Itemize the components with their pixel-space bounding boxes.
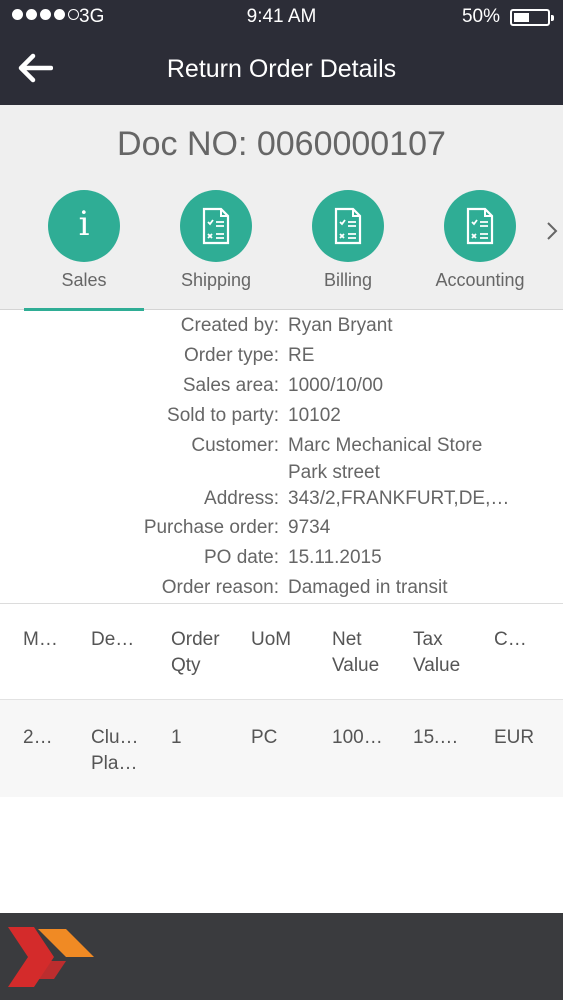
detail-value: Marc Mechanical Store [288,435,483,456]
info-icon: i [48,190,120,262]
cell-material: 2… [23,727,53,748]
page-title: Return Order Details [166,55,397,83]
items-table: M… De… Order Qty UoM Net Value Tax Value C…… [0,603,563,797]
tab-label: Shipping [180,270,252,290]
header-net-value[interactable]: Net Value [332,627,379,679]
detail-key: Customer: [191,435,279,456]
header-material[interactable]: M… [23,627,58,653]
order-details-list: Created by: Ryan Bryant Order type: RE S… [0,311,563,603]
table-row[interactable]: 2… Clu… Pla… 1 PC 100… 15.… EUR [0,700,563,797]
detail-key: Address: [204,488,279,509]
detail-value: 15.11.2015 [288,547,382,568]
detail-value: 343/2,FRANKFURT,DE,… [288,488,510,509]
detail-value: 9734 [288,517,331,538]
detail-value: 1000/10/00 [288,375,384,396]
detail-key: Order type: [183,345,279,366]
cell-order-qty: 1 [171,727,182,748]
detail-value: RE [288,345,315,366]
detail-value: 10102 [288,405,341,426]
detail-value: Ryan Bryant [288,315,393,336]
top-bar: 3G 9:41 AM 50% Return Order Details [0,0,563,105]
tab-shipping[interactable]: Shipping [156,190,276,291]
detail-key: Sold to party: [167,405,279,426]
detail-value: Damaged in transit [288,577,448,598]
tab-label: Sales [61,270,107,290]
battery-percent: 50% [461,6,500,27]
chevron-right-icon[interactable] [545,220,559,242]
detail-key: Sales area: [182,375,279,396]
table-header: M… De… Order Qty UoM Net Value Tax Value C… [0,604,563,700]
header-tax-value[interactable]: Tax Value [413,627,460,679]
detail-value: Park street [288,462,380,483]
tab-sales[interactable]: i Sales [24,190,144,311]
header-currency[interactable]: C… [494,627,527,653]
tab-billing[interactable]: Billing [288,190,408,291]
detail-key: Purchase order: [143,517,279,538]
header-order-qty[interactable]: Order Qty [171,627,220,679]
document-icon [180,190,252,262]
brand-logo-icon [8,927,94,987]
document-icon [444,190,516,262]
cell-uom: PC [251,727,278,748]
battery-icon [510,9,554,26]
status-bar: 3G 9:41 AM 50% [0,0,563,34]
tab-label: Billing [323,270,373,290]
cell-currency: EUR [494,727,535,748]
header-uom[interactable]: UoM [251,627,291,653]
cell-tax-value: 15.… [413,727,459,748]
detail-key: Order reason: [161,577,279,598]
detail-key: PO date: [204,547,279,568]
detail-key: Created by: [180,315,279,336]
cell-description: Clu… Pla… [91,727,139,774]
document-icon [312,190,384,262]
tab-label: Accounting [435,270,525,290]
document-header: Doc NO: 0060000107 i Sales Shipping Bill… [0,105,563,311]
header-description[interactable]: De… [91,627,134,653]
doc-number: Doc NO: 0060000107 [117,125,446,163]
tab-accounting[interactable]: Accounting [420,190,540,291]
bottom-bar [0,913,563,1000]
cell-net-value: 100… [332,727,383,748]
